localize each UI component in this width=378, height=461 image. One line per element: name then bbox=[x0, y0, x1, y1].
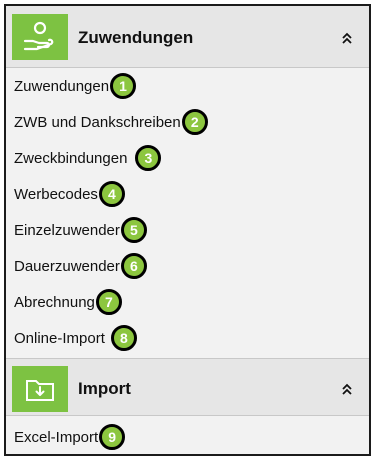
number-badge: 6 bbox=[120, 253, 147, 279]
menu-item-label: Einzelzuwender bbox=[14, 221, 120, 239]
navigation-panel: Zuwendungen Zuwendungen 1 ZWB und Danksc… bbox=[4, 4, 371, 456]
section-title: Import bbox=[78, 379, 131, 398]
menu-item-zuwendungen[interactable]: Zuwendungen 1 bbox=[6, 68, 369, 104]
number-badge: 1 bbox=[110, 73, 137, 99]
menu-item-werbecodes[interactable]: Werbecodes 4 bbox=[6, 176, 369, 212]
section-header-import[interactable]: Import bbox=[6, 358, 369, 416]
menu-item-zwb-und-dankschreiben[interactable]: ZWB und Dankschreiben 2 bbox=[6, 104, 369, 140]
section-header-zuwendungen[interactable]: Zuwendungen bbox=[6, 6, 369, 68]
menu-item-abrechnung[interactable]: Abrechnung 7 bbox=[6, 284, 369, 320]
menu-item-label: Online-Import bbox=[14, 329, 105, 347]
menu-item-label: ZWB und Dankschreiben bbox=[14, 113, 181, 131]
menu-item-label: Zuwendungen bbox=[14, 77, 110, 95]
menu-item-label: Abrechnung bbox=[14, 293, 95, 311]
menu-item-online-import[interactable]: Online-Import 8 bbox=[6, 320, 369, 356]
number-badge: 9 bbox=[99, 424, 126, 450]
menu-item-zweckbindungen[interactable]: Zweckbindungen 3 bbox=[6, 140, 369, 176]
hand-money-icon bbox=[12, 14, 68, 60]
menu-item-label: Excel-Import bbox=[14, 428, 99, 446]
section-items-zuwendungen: Zuwendungen 1 ZWB und Dankschreiben 2 Zw… bbox=[6, 68, 369, 356]
folder-import-icon bbox=[12, 366, 68, 412]
menu-item-label: Werbecodes bbox=[14, 185, 98, 203]
number-badge: 2 bbox=[181, 109, 208, 135]
chevron-double-up-icon[interactable] bbox=[341, 381, 353, 397]
section-title: Zuwendungen bbox=[78, 28, 194, 47]
section-items-import: Excel-Import 9 bbox=[6, 416, 369, 458]
chevron-double-up-icon[interactable] bbox=[341, 30, 353, 46]
menu-item-label: Zweckbindungen bbox=[14, 149, 128, 167]
number-badge: 4 bbox=[98, 181, 125, 207]
number-badge: 7 bbox=[95, 289, 122, 315]
number-badge: 3 bbox=[135, 145, 162, 171]
menu-item-excel-import[interactable]: Excel-Import 9 bbox=[6, 416, 369, 458]
menu-item-dauerzuwender[interactable]: Dauerzuwender 6 bbox=[6, 248, 369, 284]
number-badge: 8 bbox=[110, 325, 137, 351]
number-badge: 5 bbox=[120, 217, 147, 243]
menu-item-label: Dauerzuwender bbox=[14, 257, 120, 275]
menu-item-einzelzuwender[interactable]: Einzelzuwender 5 bbox=[6, 212, 369, 248]
